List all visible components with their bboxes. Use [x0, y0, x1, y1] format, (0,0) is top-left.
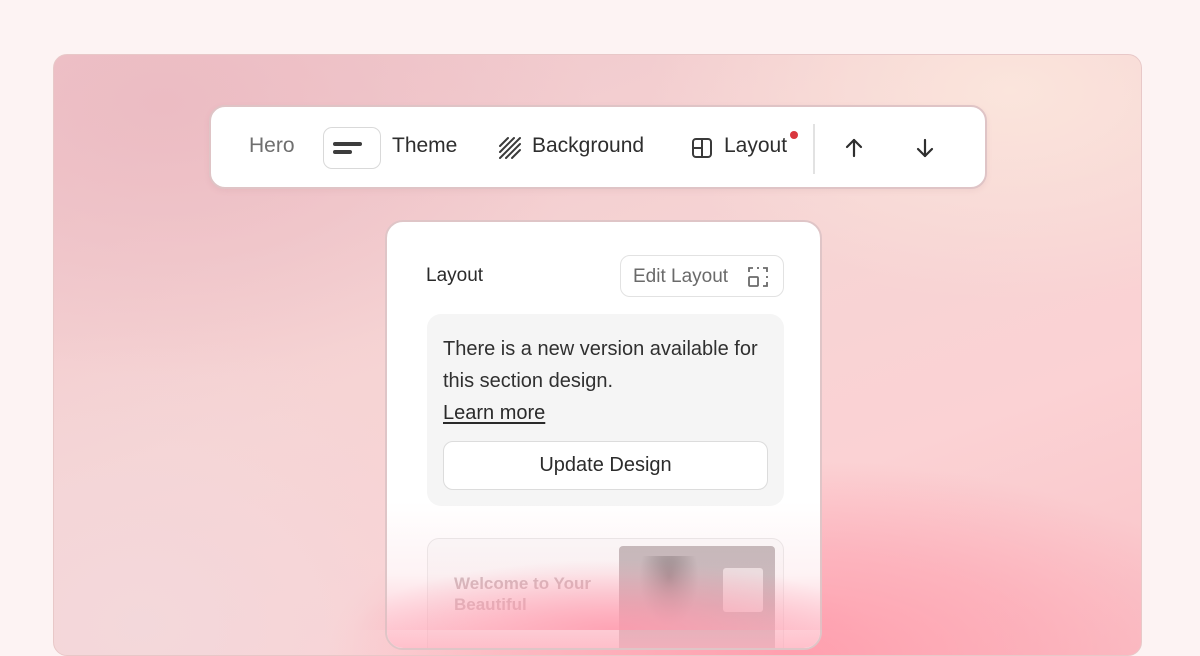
edit-layout-button[interactable]: Edit Layout	[620, 255, 784, 297]
toolbar-divider	[813, 124, 815, 174]
layout-grid-icon[interactable]	[690, 136, 714, 160]
section-toolbar: Hero Theme Background Layout	[209, 105, 987, 189]
diagonal-stripes-icon[interactable]	[498, 136, 522, 160]
notice-message: There is a new version available for thi…	[443, 338, 758, 392]
notification-dot	[790, 131, 798, 139]
dashed-frame-icon	[747, 266, 769, 288]
preview-heading: Welcome to Your Beautiful	[454, 574, 591, 614]
layout-button-label[interactable]: Layout	[724, 134, 787, 158]
arrow-up-icon[interactable]	[841, 135, 867, 161]
edit-layout-label: Edit Layout	[633, 266, 729, 287]
learn-more-link[interactable]: Learn more	[443, 402, 545, 424]
notice-text: There is a new version available for thi…	[443, 333, 773, 429]
arrow-down-icon[interactable]	[912, 135, 938, 161]
layout-panel: Layout Edit Layout There is a new versio…	[385, 220, 822, 650]
update-notice: There is a new version available for thi…	[427, 314, 784, 506]
theme-button-label[interactable]: Theme	[392, 134, 457, 158]
section-name-label: Hero	[249, 134, 295, 157]
preview-image	[619, 546, 775, 648]
background-button-label[interactable]: Background	[532, 134, 644, 158]
update-design-button[interactable]: Update Design	[443, 441, 768, 490]
layout-preview-thumbnail[interactable]: Welcome to Your Beautiful	[427, 538, 784, 648]
theme-swatch-icon[interactable]	[323, 127, 381, 169]
panel-title: Layout	[426, 265, 484, 286]
